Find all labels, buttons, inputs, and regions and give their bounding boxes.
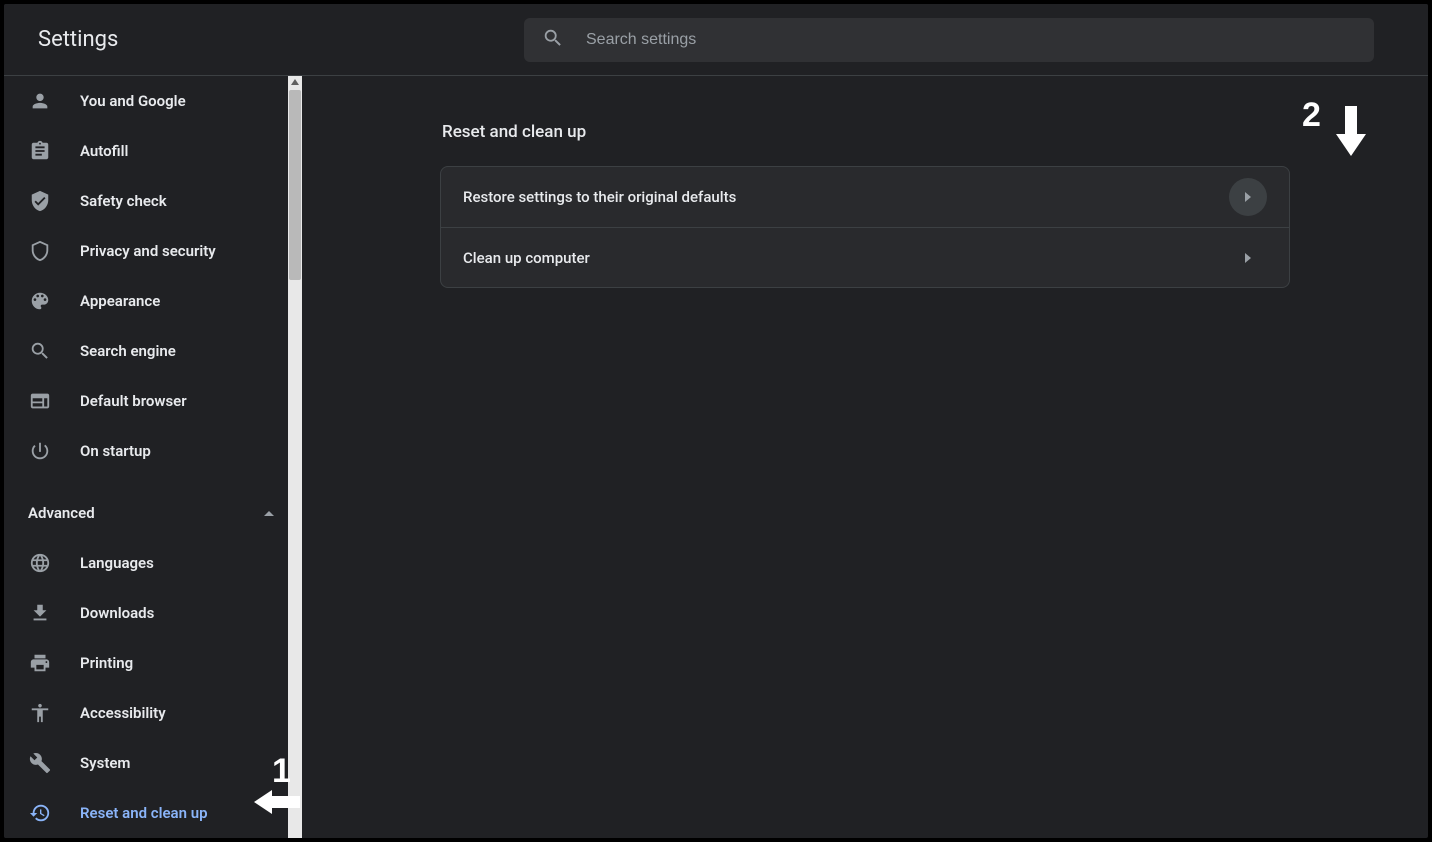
sidebar-item-system[interactable]: System [4,738,302,788]
sidebar-item-label: Languages [80,554,154,572]
scrollbar-thumb[interactable] [289,90,301,280]
sidebar-item-downloads[interactable]: Downloads [4,588,302,638]
sidebar-item-label: Printing [80,654,133,672]
wrench-icon [28,751,52,775]
download-icon [28,601,52,625]
sidebar-item-accessibility[interactable]: Accessibility [4,688,302,738]
search-icon [28,339,52,363]
sidebar-item-label: Default browser [80,392,187,410]
sidebar-item-label: Privacy and security [80,242,216,260]
sidebar-item-label: System [80,754,130,772]
accessibility-icon [28,701,52,725]
scroll-up-icon [291,79,299,85]
page-title: Settings [24,27,524,52]
settings-window: Settings You and Google Autofill [0,0,1432,842]
sidebar-item-label: Downloads [80,604,154,622]
sidebar-item-autofill[interactable]: Autofill [4,126,302,176]
sidebar-item-you-and-google[interactable]: You and Google [4,76,302,126]
sidebar-item-label: On startup [80,442,151,460]
sidebar-item-safety-check[interactable]: Safety check [4,176,302,226]
sidebar-item-search-engine[interactable]: Search engine [4,326,302,376]
shield-check-icon [28,189,52,213]
row-label: Restore settings to their original defau… [463,188,736,206]
row-arrow-button[interactable] [1229,178,1267,216]
row-label: Clean up computer [463,249,590,267]
row-restore-defaults[interactable]: Restore settings to their original defau… [441,167,1289,227]
sidebar: You and Google Autofill Safety check Pri… [4,76,302,838]
sidebar-item-label: Safety check [80,192,167,210]
main-content: Reset and clean up Restore settings to t… [302,76,1428,838]
restore-icon [28,801,52,825]
search-icon [542,27,564,53]
section-label: Advanced [28,504,95,522]
search-box[interactable] [524,18,1374,62]
sidebar-item-label: Reset and clean up [80,804,208,822]
chevron-right-icon [1245,253,1251,263]
sidebar-item-reset-and-clean-up[interactable]: Reset and clean up [4,788,302,838]
person-icon [28,89,52,113]
sidebar-section-advanced[interactable]: Advanced [4,488,302,538]
sidebar-item-label: Accessibility [80,704,166,722]
globe-icon [28,551,52,575]
sidebar-item-label: Appearance [80,292,160,310]
sidebar-scrollbar[interactable] [288,76,302,838]
palette-icon [28,289,52,313]
sidebar-item-appearance[interactable]: Appearance [4,276,302,326]
sidebar-item-label: Autofill [80,142,128,160]
sidebar-item-on-startup[interactable]: On startup [4,426,302,476]
section-title: Reset and clean up [442,122,1290,142]
row-arrow-button[interactable] [1229,239,1267,277]
shield-icon [28,239,52,263]
browser-icon [28,389,52,413]
sidebar-item-printing[interactable]: Printing [4,638,302,688]
power-icon [28,439,52,463]
clipboard-icon [28,139,52,163]
chevron-up-icon [264,511,274,516]
sidebar-item-label: Search engine [80,342,176,360]
sidebar-item-privacy-and-security[interactable]: Privacy and security [4,226,302,276]
header: Settings [4,4,1428,76]
search-input[interactable] [586,31,1356,49]
row-clean-up-computer[interactable]: Clean up computer [441,227,1289,287]
sidebar-item-languages[interactable]: Languages [4,538,302,588]
sidebar-item-default-browser[interactable]: Default browser [4,376,302,426]
sidebar-item-label: You and Google [80,92,186,110]
settings-card: Restore settings to their original defau… [440,166,1290,288]
chevron-right-icon [1245,192,1251,202]
printer-icon [28,651,52,675]
